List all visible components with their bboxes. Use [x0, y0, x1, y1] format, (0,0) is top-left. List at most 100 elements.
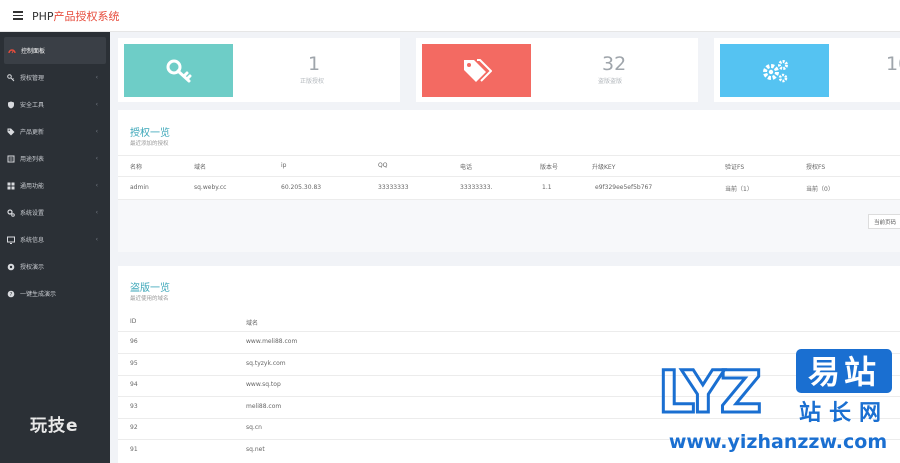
sidebar-item-dashboard[interactable]: 控制面板 — [4, 37, 106, 64]
top-bar: PHP产品授权系统 — [0, 0, 900, 32]
brand-title: PHP产品授权系统 — [32, 8, 120, 24]
table-cell: 60.205.30.83 — [281, 184, 322, 191]
table-cell: 1.1 — [542, 184, 552, 191]
stat-tile — [124, 44, 233, 97]
stat-label: 正版授权 — [300, 78, 325, 85]
column-header: 域名 — [194, 164, 207, 171]
divider — [118, 176, 900, 177]
table-cell: admin — [130, 184, 149, 191]
column-header: ID — [130, 318, 137, 325]
watermark-cn1: 易站 — [808, 353, 880, 391]
sidebar-item-label: 系统设置 — [20, 210, 45, 217]
table-cell: 33333333. — [460, 184, 493, 191]
sidebar-item-security[interactable]: 安全工具 ‹ — [0, 91, 110, 118]
sidebar-item-label: 产品更新 — [20, 129, 45, 136]
column-header: QQ — [378, 162, 388, 169]
stat-value: 32 — [602, 53, 627, 75]
table-cell: sq.net — [246, 446, 265, 453]
svg-text:?: ? — [10, 292, 13, 298]
sidebar-item-label: 通用功能 — [20, 183, 45, 190]
sidebar-item-list[interactable]: 用途列表 ‹ — [0, 145, 110, 172]
grid-icon — [7, 182, 15, 190]
watermark-cn2: 站长网 — [799, 401, 889, 426]
shield-icon — [7, 101, 15, 109]
table-cell: sq.tyzyk.com — [246, 360, 286, 367]
column-header: 电话 — [460, 164, 473, 171]
sidebar: 控制面板 授权管理 ‹ 安全工具 ‹ 产品更新 ‹ 用途列表 ‹ 通用功能 ‹ — [0, 32, 110, 463]
sidebar-item-label: 安全工具 — [20, 102, 45, 109]
column-header: 版本号 — [540, 164, 559, 171]
table-cell: 当前（1） — [725, 186, 753, 193]
sidebar-watermark: 玩技e — [30, 416, 79, 436]
stat-value: 1 — [308, 53, 321, 75]
stat-card-third: 10 — [714, 38, 900, 102]
stat-card-pirated: 32 盗版盗版 — [416, 38, 698, 102]
auth-overview-panel: 授权一览 最近添加的授权 名称 域名 ip QQ 电话 版本号 升级KEY 验证… — [118, 110, 900, 252]
panel-subtitle: 最近添加的授权 — [130, 141, 169, 147]
list-icon — [7, 155, 15, 163]
column-header: 验证FS — [725, 164, 745, 171]
table-cell: sq.weby.cc — [194, 184, 227, 191]
table-cell: 92 — [130, 424, 138, 431]
chevron-left-icon: ‹ — [95, 155, 98, 162]
tag-icon — [7, 128, 15, 136]
watermark-logo-text: LYZ — [658, 358, 760, 426]
dashboard-icon — [8, 47, 16, 55]
table-cell: 93 — [130, 403, 138, 410]
info-icon — [7, 236, 15, 244]
sidebar-item-label: 控制面板 — [21, 48, 46, 55]
page-button[interactable]: 当前页码 — [868, 214, 900, 229]
table-cell: 33333333 — [378, 184, 409, 191]
eye-icon — [7, 263, 15, 271]
help-icon: ? — [7, 290, 15, 298]
sidebar-item-label: 授权管理 — [20, 75, 45, 82]
column-header: 名称 — [130, 164, 143, 171]
column-header: 域名 — [246, 320, 259, 327]
watermark-url: www.yizhanzzw.com — [669, 431, 887, 453]
cogs-icon — [762, 59, 788, 82]
chevron-left-icon: ‹ — [95, 209, 98, 216]
sidebar-item-auth[interactable]: 授权管理 ‹ — [0, 64, 110, 91]
brand-highlight: 产品授权系统 — [53, 9, 120, 23]
sidebar-item-label: 用途列表 — [20, 156, 45, 163]
tags-icon — [463, 58, 492, 82]
chevron-left-icon: ‹ — [95, 182, 98, 189]
cogs-icon — [7, 208, 15, 217]
sidebar-item-general[interactable]: 通用功能 ‹ — [0, 172, 110, 199]
stat-tile — [720, 44, 829, 97]
chevron-left-icon: ‹ — [95, 101, 98, 108]
table-cell: meli88.com — [246, 403, 282, 410]
table-footer — [118, 200, 900, 252]
column-header: 授权FS — [806, 164, 826, 171]
menu-toggle-button[interactable] — [4, 0, 32, 32]
sidebar-item-update[interactable]: 产品更新 ‹ — [0, 118, 110, 145]
column-header: ip — [281, 162, 287, 169]
stat-value: 10 — [886, 53, 900, 75]
column-header: 升级KEY — [592, 164, 616, 171]
stat-tile — [422, 44, 531, 97]
hamburger-icon — [13, 11, 23, 13]
table-cell: e9f329ee5ef5b767 — [595, 184, 653, 191]
sidebar-item-onekey-demo[interactable]: ? 一键生成演示 — [0, 280, 110, 307]
sidebar-item-settings[interactable]: 系统设置 ‹ — [0, 199, 110, 226]
table-cell: 91 — [130, 446, 138, 453]
chevron-left-icon: ‹ — [95, 74, 98, 81]
table-cell: 95 — [130, 360, 138, 367]
stat-label: 盗版盗版 — [598, 78, 623, 85]
watermark-logo-graphic: LYZ 易站 站长网 www.yizhanzzw.com — [657, 349, 892, 453]
key-icon — [166, 59, 191, 82]
site-watermark-logo: LYZ 易站 站长网 www.yizhanzzw.com — [656, 346, 900, 456]
sidebar-item-sysinfo[interactable]: 系统信息 ‹ — [0, 226, 110, 253]
sidebar-item-demo[interactable]: 授权演示 — [0, 253, 110, 280]
sidebar-item-label: 授权演示 — [20, 264, 45, 271]
sidebar-item-label: 一键生成演示 — [20, 291, 57, 298]
panel-title: 授权一览 — [130, 128, 170, 139]
hamburger-icon-line — [13, 14, 23, 17]
brand-prefix: PHP — [32, 9, 54, 23]
sidebar-item-label: 系统信息 — [20, 237, 45, 244]
panel-subtitle: 最近使用的域名 — [130, 296, 169, 302]
panel-title: 盗版一览 — [130, 283, 170, 294]
hamburger-icon-line — [13, 18, 23, 20]
chevron-left-icon: ‹ — [95, 236, 98, 243]
table-cell: 当前（0） — [806, 186, 834, 193]
